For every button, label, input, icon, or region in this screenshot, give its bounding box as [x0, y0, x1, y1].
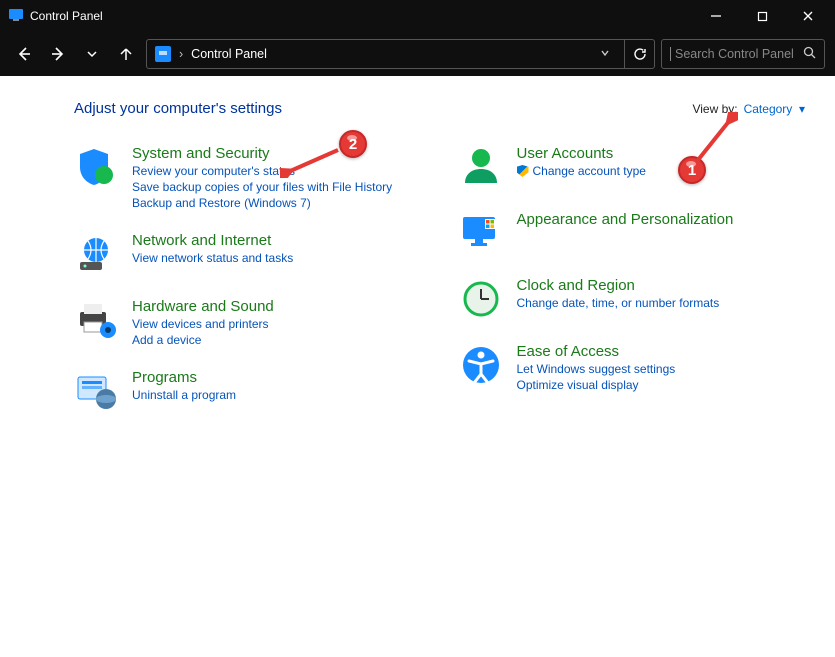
- address-bar[interactable]: › Control Panel: [146, 39, 655, 69]
- recent-dropdown[interactable]: [78, 40, 106, 68]
- clock-icon: [459, 277, 503, 321]
- category-hardware-sound: Hardware and Sound View devices and prin…: [74, 298, 421, 347]
- link-change-account-type[interactable]: Change account type: [517, 164, 646, 178]
- shield-icon: [74, 145, 118, 189]
- link-optimize-display[interactable]: Optimize visual display: [517, 378, 676, 392]
- left-column: System and Security Review your computer…: [74, 145, 421, 413]
- link-review-status[interactable]: Review your computer's status: [132, 164, 392, 178]
- globe-icon: [74, 232, 118, 276]
- link-change-datetime[interactable]: Change date, time, or number formats: [517, 296, 720, 310]
- view-by-label: View by:: [692, 102, 737, 116]
- category-network-internet: Network and Internet View network status…: [74, 232, 421, 276]
- back-button[interactable]: [10, 40, 38, 68]
- printer-icon: [74, 298, 118, 342]
- titlebar: Control Panel: [0, 0, 835, 32]
- category-clock-region: Clock and Region Change date, time, or n…: [459, 277, 806, 321]
- annotation-badge-1: 1: [678, 156, 706, 184]
- link-uninstall[interactable]: Uninstall a program: [132, 388, 236, 402]
- link-add-device[interactable]: Add a device: [132, 333, 274, 347]
- control-panel-icon: [155, 46, 171, 62]
- link-backup-restore[interactable]: Backup and Restore (Windows 7): [132, 196, 392, 210]
- view-by: View by: Category ▾: [692, 102, 805, 116]
- category-title[interactable]: Ease of Access: [517, 343, 676, 360]
- category-title[interactable]: Clock and Region: [517, 277, 720, 294]
- view-by-dropdown[interactable]: Category ▾: [744, 102, 805, 116]
- category-title[interactable]: Programs: [132, 369, 236, 386]
- category-programs: Programs Uninstall a program: [74, 369, 421, 413]
- category-title[interactable]: Hardware and Sound: [132, 298, 274, 315]
- category-user-accounts: User Accounts Change account type: [459, 145, 806, 189]
- category-title[interactable]: Appearance and Personalization: [517, 211, 734, 228]
- category-title[interactable]: Network and Internet: [132, 232, 293, 249]
- address-dropdown[interactable]: [600, 47, 610, 61]
- refresh-button[interactable]: [624, 40, 654, 68]
- minimize-button[interactable]: [693, 0, 739, 32]
- search-input[interactable]: Search Control Panel: [661, 39, 825, 69]
- maximize-button[interactable]: [739, 0, 785, 32]
- category-title[interactable]: User Accounts: [517, 145, 646, 162]
- category-system-security: System and Security Review your computer…: [74, 145, 421, 210]
- forward-button[interactable]: [44, 40, 72, 68]
- category-ease-of-access: Ease of Access Let Windows suggest setti…: [459, 343, 806, 392]
- app-icon: [8, 8, 24, 24]
- content-area: Adjust your computer's settings View by:…: [0, 76, 835, 657]
- link-network-status[interactable]: View network status and tasks: [132, 251, 293, 265]
- category-appearance: Appearance and Personalization: [459, 211, 806, 255]
- nav-row: › Control Panel Search Control Panel: [0, 32, 835, 76]
- programs-icon: [74, 369, 118, 413]
- link-suggest-settings[interactable]: Let Windows suggest settings: [517, 362, 676, 376]
- up-button[interactable]: [112, 40, 140, 68]
- chevron-right-icon: ›: [179, 47, 183, 61]
- link-file-history[interactable]: Save backup copies of your files with Fi…: [132, 180, 392, 194]
- breadcrumb-root[interactable]: Control Panel: [191, 47, 592, 61]
- annotation-badge-2: 2: [339, 130, 367, 158]
- monitor-icon: [459, 211, 503, 255]
- window-title: Control Panel: [30, 9, 103, 23]
- user-icon: [459, 145, 503, 189]
- page-title: Adjust your computer's settings: [74, 100, 282, 117]
- search-placeholder: Search Control Panel: [670, 47, 803, 61]
- search-icon: [803, 46, 816, 62]
- link-devices-printers[interactable]: View devices and printers: [132, 317, 274, 331]
- accessibility-icon: [459, 343, 503, 387]
- close-button[interactable]: [785, 0, 831, 32]
- right-column: User Accounts Change account type Appear…: [459, 145, 806, 413]
